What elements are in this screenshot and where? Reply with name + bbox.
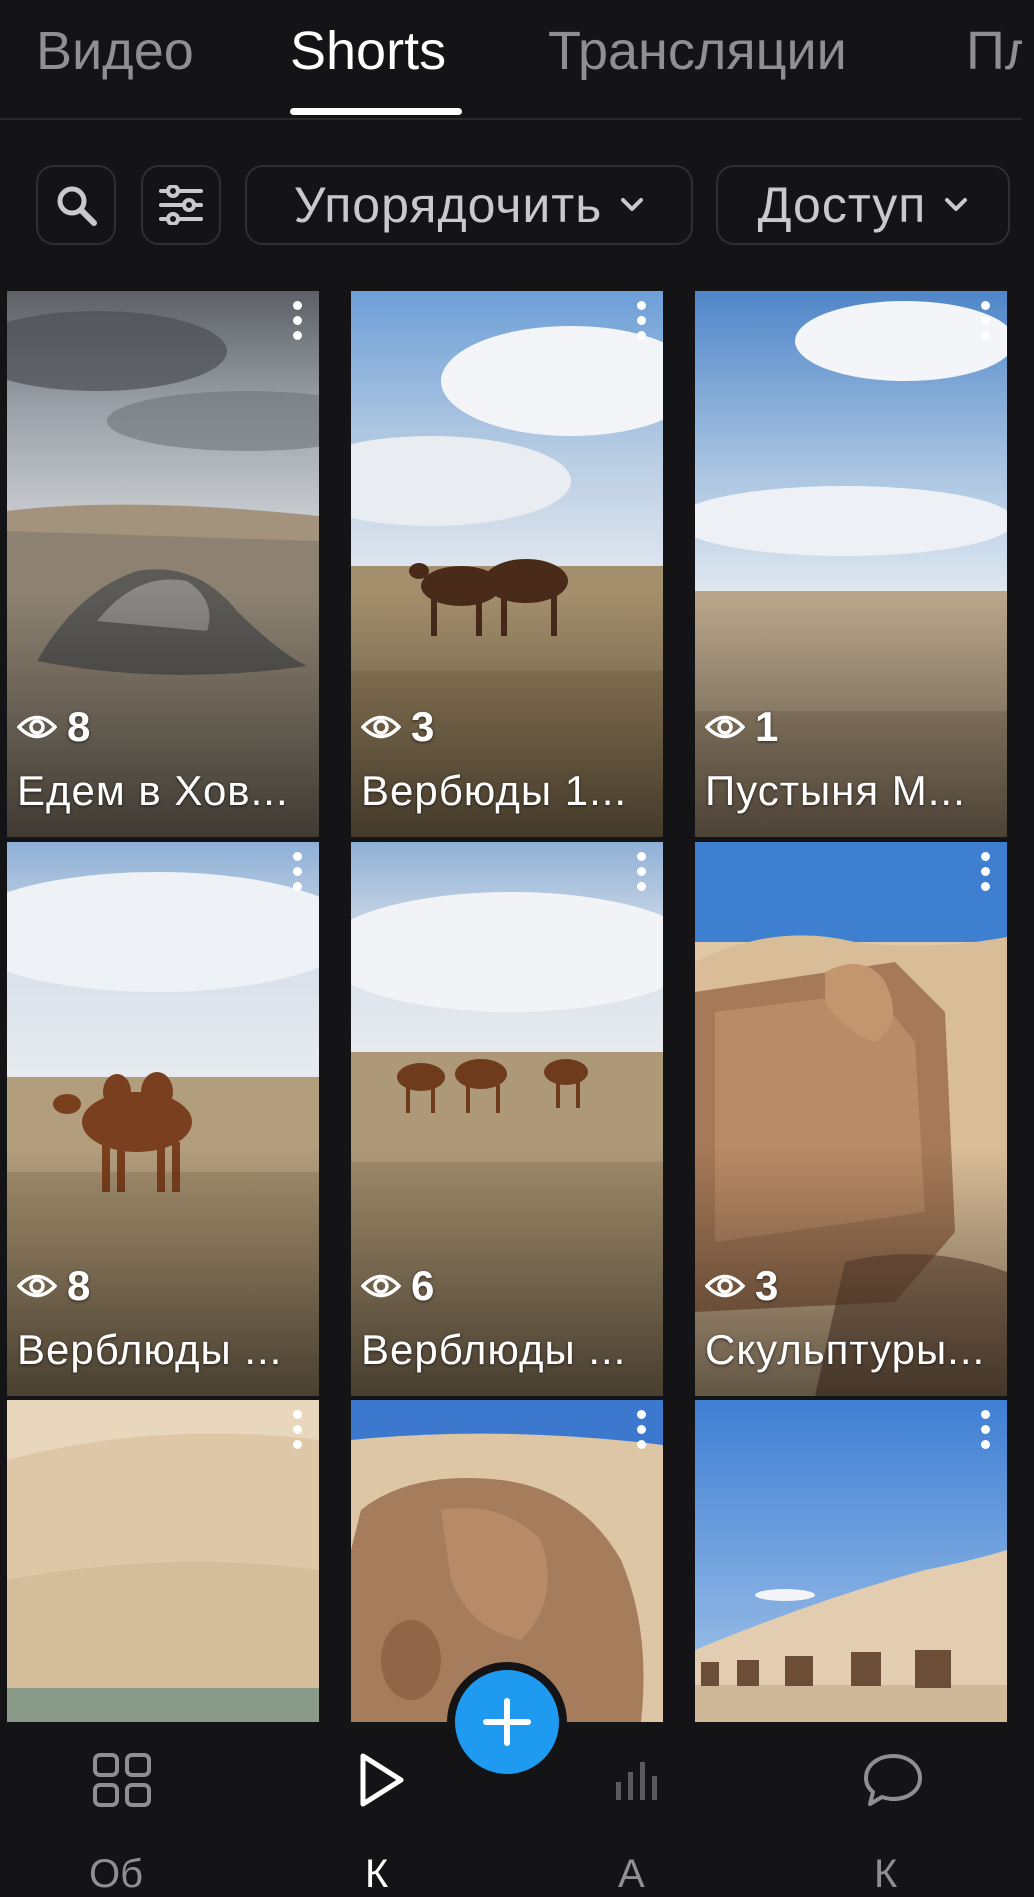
content-tabs: Видео Shorts Трансляции Пл xyxy=(0,0,1022,120)
eye-icon xyxy=(705,715,745,739)
more-options-icon[interactable] xyxy=(627,1404,655,1454)
thumbnail-sculpture-row xyxy=(695,1400,1007,1722)
eye-icon xyxy=(17,1274,57,1298)
view-count: 8 xyxy=(17,1262,90,1310)
nav-comments[interactable]: К xyxy=(848,1752,938,1896)
short-tile[interactable]: 8 Едем в Хов... xyxy=(7,291,319,837)
access-dropdown[interactable]: Доступ xyxy=(716,165,1010,245)
nav-content[interactable]: К xyxy=(337,1752,427,1896)
more-options-icon[interactable] xyxy=(971,846,999,896)
view-count: 1 xyxy=(705,703,778,751)
view-count: 3 xyxy=(361,703,434,751)
short-title: Вербюды 1... xyxy=(361,767,628,814)
eye-icon xyxy=(361,1274,401,1298)
filter-icon xyxy=(159,185,203,225)
access-label: Доступ xyxy=(757,177,927,233)
short-tile[interactable]: 3 Вербюды 1... xyxy=(351,291,663,837)
eye-icon xyxy=(361,715,401,739)
chevron-down-icon xyxy=(945,198,968,211)
short-title: Верблюды ... xyxy=(17,1326,283,1373)
more-options-icon[interactable] xyxy=(283,1404,311,1454)
play-icon xyxy=(360,1753,404,1807)
chevron-down-icon xyxy=(621,198,644,211)
sort-label: Упорядочить xyxy=(293,177,603,233)
more-options-icon[interactable] xyxy=(971,295,999,345)
tab-playlists[interactable]: Пл xyxy=(966,18,1022,84)
nav-analytics[interactable]: А xyxy=(592,1752,682,1896)
search-icon xyxy=(57,186,97,226)
view-count: 8 xyxy=(17,703,90,751)
short-title: Едем в Хов... xyxy=(17,767,289,814)
short-tile[interactable]: 1 Пустыня М... xyxy=(695,291,1007,837)
view-count: 3 xyxy=(705,1262,778,1310)
dashboard-icon xyxy=(93,1753,151,1807)
sort-dropdown[interactable]: Упорядочить xyxy=(245,165,693,245)
tab-live[interactable]: Трансляции xyxy=(548,18,847,84)
create-button[interactable] xyxy=(455,1670,559,1774)
more-options-icon[interactable] xyxy=(627,846,655,896)
short-tile[interactable] xyxy=(7,1400,319,1722)
short-title: Пустыня М... xyxy=(705,767,966,814)
thumbnail-dunes xyxy=(7,1400,319,1722)
plus-icon xyxy=(483,1698,531,1746)
more-options-icon[interactable] xyxy=(283,846,311,896)
short-tile[interactable]: 3 Скульптуры... xyxy=(695,842,1007,1396)
short-title: Скульптуры... xyxy=(705,1326,986,1373)
active-tab-indicator xyxy=(290,108,462,115)
search-button[interactable] xyxy=(36,165,116,245)
tab-video[interactable]: Видео xyxy=(36,18,194,84)
short-tile[interactable] xyxy=(695,1400,1007,1722)
more-options-icon[interactable] xyxy=(283,295,311,345)
short-title: Верблюды ... xyxy=(361,1326,627,1373)
nav-dashboard[interactable]: Об xyxy=(77,1752,167,1896)
short-tile[interactable]: 8 Верблюды ... xyxy=(7,842,319,1396)
eye-icon xyxy=(705,1274,745,1298)
eye-icon xyxy=(17,715,57,739)
filter-button[interactable] xyxy=(141,165,221,245)
more-options-icon[interactable] xyxy=(971,1404,999,1454)
short-tile[interactable]: 6 Верблюды ... xyxy=(351,842,663,1396)
tab-shorts[interactable]: Shorts xyxy=(290,18,446,84)
more-options-icon[interactable] xyxy=(627,295,655,345)
view-count: 6 xyxy=(361,1262,434,1310)
comments-icon xyxy=(864,1754,922,1806)
analytics-icon xyxy=(616,1762,657,1800)
